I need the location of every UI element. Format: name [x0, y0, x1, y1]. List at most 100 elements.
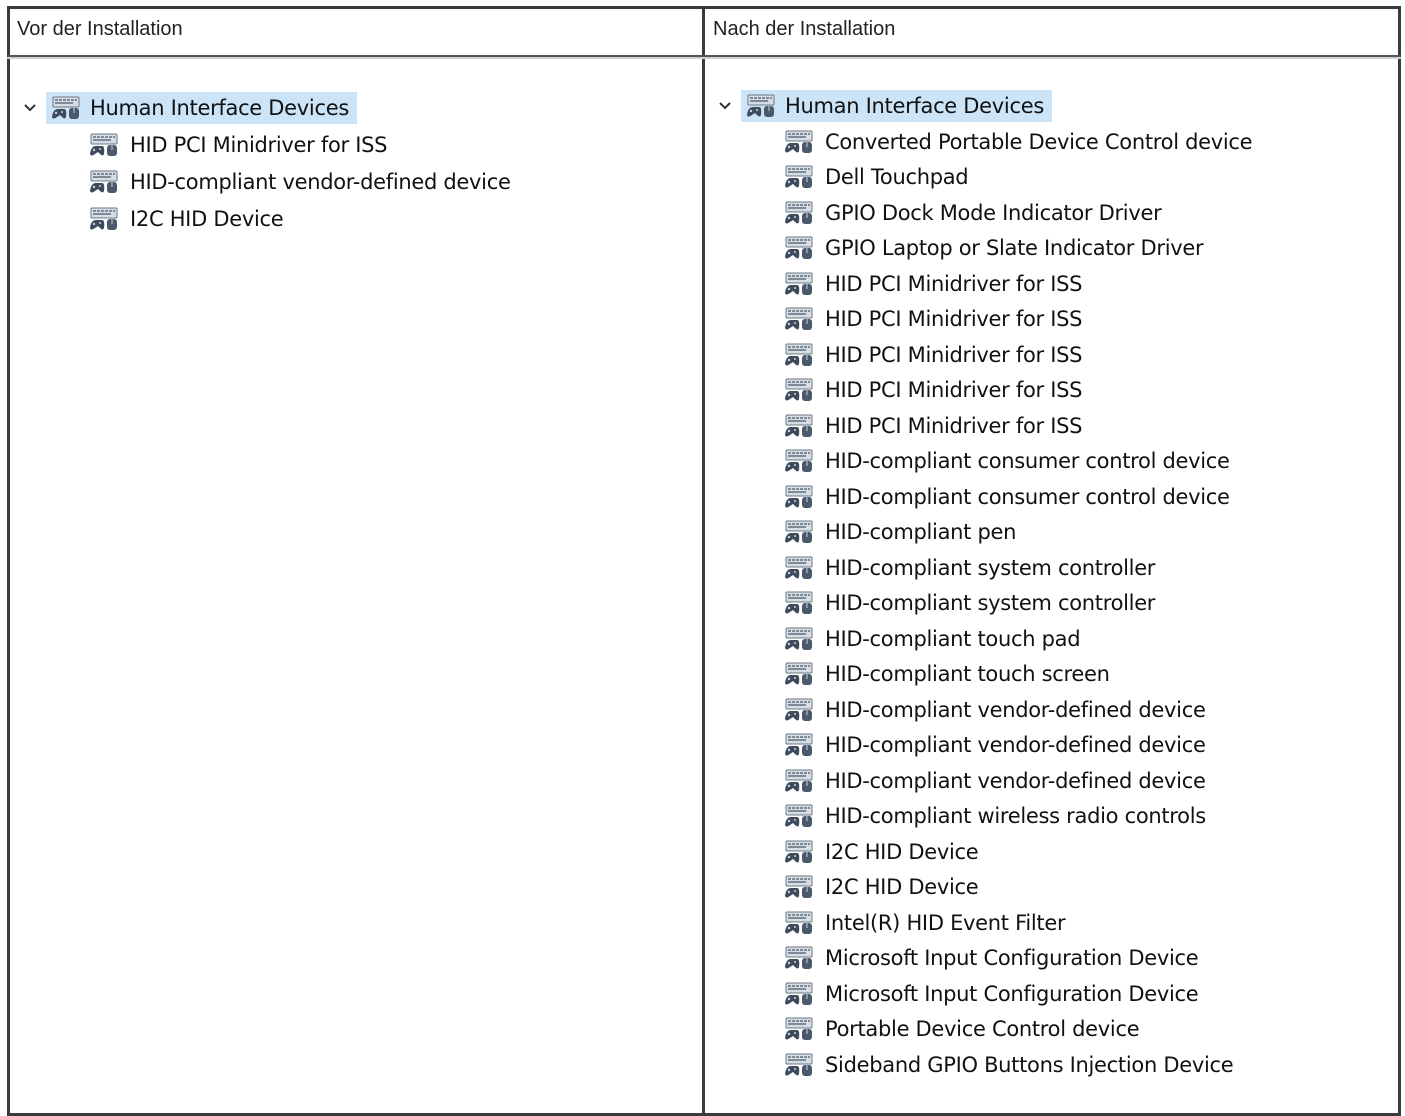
hid-device-icon — [783, 874, 815, 900]
tree-item-device[interactable]: HID-compliant vendor-defined device — [783, 763, 1252, 799]
tree-item-label: HID-compliant consumer control device — [825, 449, 1230, 474]
hid-device-icon — [783, 768, 815, 794]
tree-item-label: I2C HID Device — [130, 206, 284, 231]
tree-item-device[interactable]: Portable Device Control device — [783, 1012, 1252, 1048]
tree-item-device[interactable]: HID PCI Minidriver for ISS — [783, 337, 1252, 373]
column-header-after: Nach der Installation — [713, 18, 896, 40]
tree-item-device[interactable]: HID PCI Minidriver for ISS — [783, 266, 1252, 302]
tree-item-label: GPIO Dock Mode Indicator Driver — [825, 200, 1162, 225]
tree-item-device[interactable]: HID PCI Minidriver for ISS — [783, 373, 1252, 409]
tree-item-label: HID-compliant vendor-defined device — [825, 697, 1206, 722]
tree-item-device[interactable]: HID-compliant consumer control device — [783, 479, 1252, 515]
device-tree-before: Human Interface Devices HID PCI Minidriv… — [20, 90, 511, 237]
tree-children: HID PCI Minidriver for ISS HID-compliant … — [88, 126, 511, 237]
tree-item-device[interactable]: HID-compliant vendor-defined device — [783, 728, 1252, 764]
tree-item-label: Microsoft Input Configuration Device — [825, 946, 1199, 971]
tree-item-device[interactable]: HID PCI Minidriver for ISS — [783, 302, 1252, 338]
tree-item-device[interactable]: HID-compliant vendor-defined device — [783, 692, 1252, 728]
tree-item-label: HID PCI Minidriver for ISS — [825, 413, 1083, 438]
tree-item-device[interactable]: Microsoft Input Configuration Device — [783, 976, 1252, 1012]
tree-item-label: GPIO Laptop or Slate Indicator Driver — [825, 236, 1204, 261]
hid-device-icon — [50, 95, 82, 121]
tree-node-label: Human Interface Devices — [90, 96, 349, 120]
tree-item-label: HID PCI Minidriver for ISS — [130, 132, 388, 157]
tree-item-label: HID PCI Minidriver for ISS — [825, 271, 1083, 296]
hid-device-icon — [783, 519, 815, 545]
tree-item-device[interactable]: I2C HID Device — [783, 834, 1252, 870]
tree-item-label: I2C HID Device — [825, 839, 979, 864]
tree-node-label: Human Interface Devices — [785, 94, 1044, 118]
tree-item-label: Intel(R) HID Event Filter — [825, 910, 1066, 935]
hid-device-icon — [88, 206, 120, 232]
tree-item-device[interactable]: I2C HID Device — [783, 870, 1252, 906]
tree-item-device[interactable]: HID-compliant consumer control device — [783, 444, 1252, 480]
hid-device-icon — [783, 981, 815, 1007]
hid-device-icon — [783, 306, 815, 332]
tree-item-label: I2C HID Device — [825, 875, 979, 900]
tree-item-label: HID PCI Minidriver for ISS — [825, 307, 1083, 332]
tree-item-label: HID-compliant consumer control device — [825, 484, 1230, 509]
tree-item-device[interactable]: HID PCI Minidriver for ISS — [783, 408, 1252, 444]
tree-item-label: HID-compliant system controller — [825, 555, 1156, 580]
hid-device-icon — [783, 803, 815, 829]
tree-item-label: HID PCI Minidriver for ISS — [825, 378, 1083, 403]
tree-item-label: HID-compliant vendor-defined device — [130, 169, 511, 194]
tree-item-label: HID PCI Minidriver for ISS — [825, 342, 1083, 367]
hid-device-icon — [783, 200, 815, 226]
tree-item-label: Portable Device Control device — [825, 1017, 1140, 1042]
tree-node-selected[interactable]: Human Interface Devices — [741, 90, 1052, 122]
chevron-down-icon[interactable] — [20, 98, 40, 118]
hid-device-icon — [783, 910, 815, 936]
tree-item-label: HID-compliant touch pad — [825, 626, 1081, 651]
tree-item-label: Converted Portable Device Control device — [825, 129, 1253, 154]
header-divider-shadow — [7, 57, 1401, 59]
hid-device-icon — [783, 1016, 815, 1042]
tree-node-human-interface-devices[interactable]: Human Interface Devices — [20, 90, 511, 126]
device-tree-after: Human Interface Devices Converted Portab… — [715, 88, 1253, 1083]
hid-device-icon — [783, 661, 815, 687]
hid-device-icon — [88, 132, 120, 158]
tree-item-device[interactable]: HID-compliant pen — [783, 515, 1252, 551]
tree-item-device[interactable]: HID-compliant wireless radio controls — [783, 799, 1252, 835]
tree-item-device[interactable]: HID PCI Minidriver for ISS — [88, 126, 511, 163]
tree-item-device[interactable]: GPIO Dock Mode Indicator Driver — [783, 195, 1252, 231]
tree-item-label: HID-compliant vendor-defined device — [825, 733, 1206, 758]
tree-item-device[interactable]: HID-compliant system controller — [783, 586, 1252, 622]
tree-node-selected[interactable]: Human Interface Devices — [46, 92, 357, 124]
hid-device-icon — [783, 413, 815, 439]
tree-item-label: HID-compliant wireless radio controls — [825, 804, 1206, 829]
tree-item-device[interactable]: GPIO Laptop or Slate Indicator Driver — [783, 231, 1252, 267]
hid-device-icon — [783, 129, 815, 155]
tree-item-label: HID-compliant system controller — [825, 591, 1156, 616]
tree-item-device[interactable]: HID-compliant vendor-defined device — [88, 163, 511, 200]
tree-node-human-interface-devices[interactable]: Human Interface Devices — [715, 88, 1252, 124]
hid-device-icon — [783, 377, 815, 403]
hid-device-icon — [783, 271, 815, 297]
hid-device-icon — [783, 697, 815, 723]
tree-item-device[interactable]: HID-compliant touch pad — [783, 621, 1252, 657]
hid-device-icon — [783, 555, 815, 581]
hid-device-icon — [783, 590, 815, 616]
hid-device-icon — [745, 93, 777, 119]
hid-device-icon — [88, 169, 120, 195]
tree-item-device[interactable]: Microsoft Input Configuration Device — [783, 941, 1252, 977]
tree-item-label: HID-compliant touch screen — [825, 662, 1110, 687]
tree-children: Converted Portable Device Control device… — [783, 124, 1253, 1083]
hid-device-icon — [783, 626, 815, 652]
tree-item-device[interactable]: Intel(R) HID Event Filter — [783, 905, 1252, 941]
hid-device-icon — [783, 448, 815, 474]
hid-device-icon — [783, 342, 815, 368]
chevron-down-icon[interactable] — [715, 96, 735, 116]
tree-item-device[interactable]: I2C HID Device — [88, 200, 511, 237]
tree-item-label: HID-compliant vendor-defined device — [825, 768, 1206, 793]
hid-device-icon — [783, 235, 815, 261]
tree-item-device[interactable]: Sideband GPIO Buttons Injection Device — [783, 1047, 1252, 1083]
tree-item-device[interactable]: Dell Touchpad — [783, 160, 1252, 196]
tree-item-device[interactable]: HID-compliant touch screen — [783, 657, 1252, 693]
column-header-before: Vor der Installation — [17, 18, 183, 40]
tree-item-device[interactable]: HID-compliant system controller — [783, 550, 1252, 586]
tree-item-device[interactable]: Converted Portable Device Control device — [783, 124, 1253, 160]
tree-item-label: HID-compliant pen — [825, 520, 1017, 545]
hid-device-icon — [783, 839, 815, 865]
hid-device-icon — [783, 484, 815, 510]
